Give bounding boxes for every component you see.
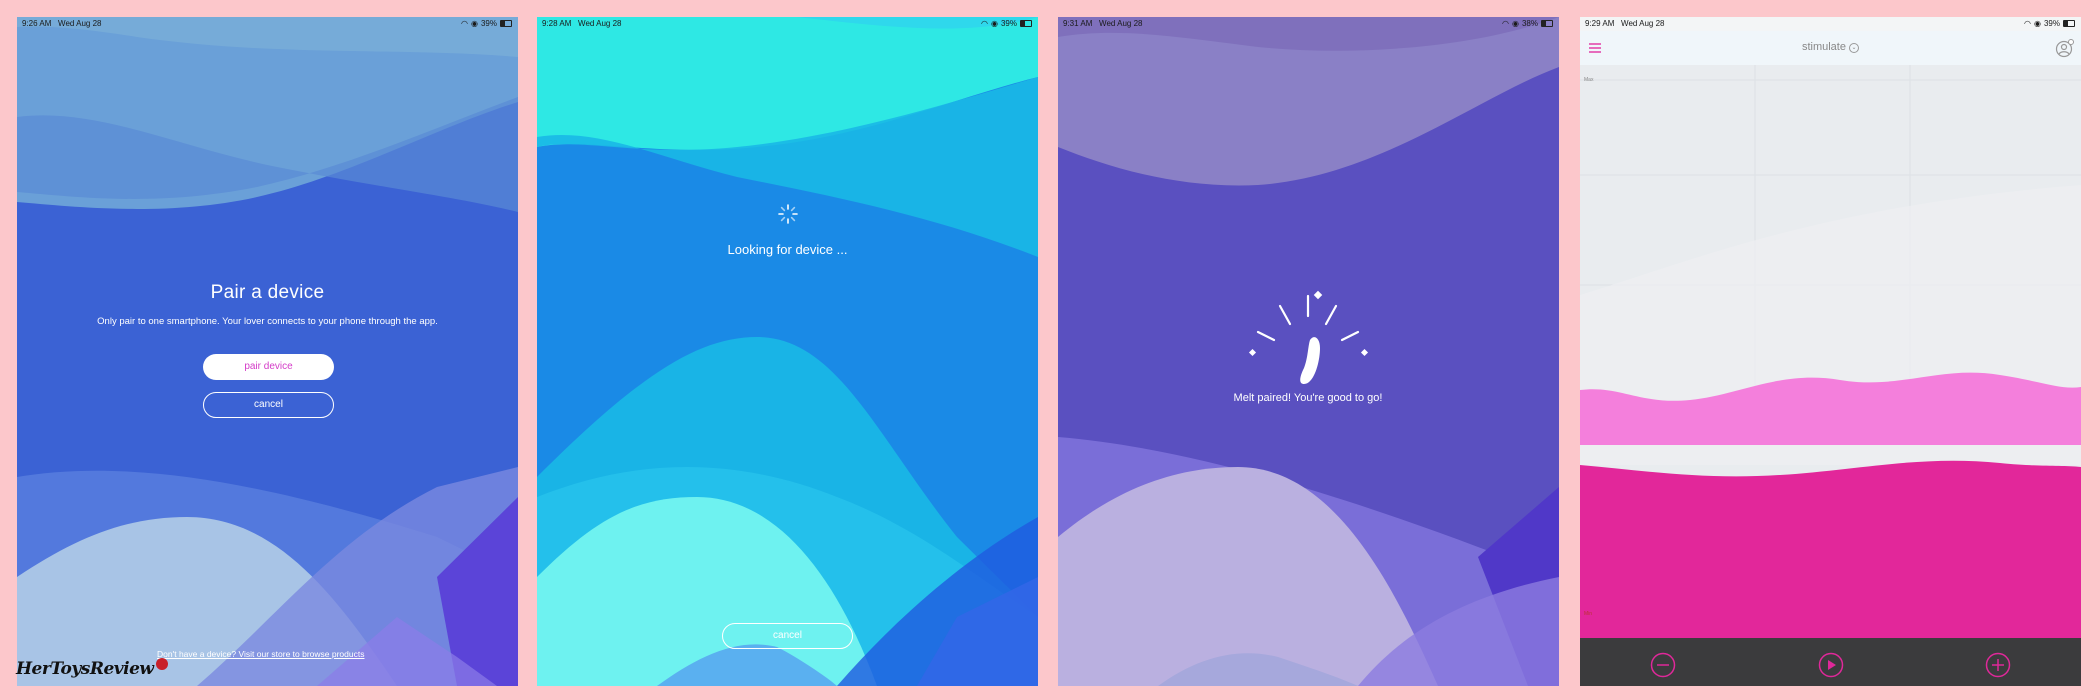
intensity-chart[interactable] xyxy=(1580,65,2081,686)
paired-message: Melt paired! You're good to go! xyxy=(1233,392,1383,404)
location-icon: ◉ xyxy=(2034,19,2041,28)
pair-device-button[interactable]: pair device xyxy=(203,354,334,380)
loading-spinner-icon xyxy=(778,204,798,224)
searching-screen: 9:28 AM Wed Aug 28 ◠ ◉ 39% Looking for dev… xyxy=(537,17,1038,686)
searching-message: Looking for device ... xyxy=(727,242,848,257)
chart-min-label: Min xyxy=(1584,611,1593,617)
page-subtitle: Only pair to one smartphone. Your lover … xyxy=(97,316,438,327)
nav-bar: stimulate ⌄ xyxy=(1580,31,2081,66)
status-bar: 9:28 AM Wed Aug 28 ◠ ◉ 39% xyxy=(537,17,1038,31)
cancel-button[interactable]: cancel xyxy=(722,623,853,649)
pair-device-screen: 9:26 AM Wed Aug 28 ◠ ◉ 39% Pair a device O… xyxy=(17,17,518,686)
location-icon: ◉ xyxy=(1512,19,1519,28)
device-paired-icon xyxy=(1248,290,1369,384)
battery-percent: 39% xyxy=(2043,19,2060,28)
play-circle-icon[interactable] xyxy=(1818,652,1844,678)
battery-icon xyxy=(1020,20,1032,27)
status-date: Wed Aug 28 xyxy=(1099,19,1143,28)
background-waves xyxy=(17,17,518,686)
page-title: Pair a device xyxy=(210,282,325,303)
rose-icon xyxy=(155,658,168,670)
status-time: 9:29 AM xyxy=(1585,19,1615,28)
status-bar: 9:31 AM Wed Aug 28 ◠ ◉ 38% xyxy=(1058,17,1559,31)
wifi-icon: ◠ xyxy=(1502,19,1509,28)
status-bar: 9:29 AM Wed Aug 28 ◠ ◉ 39% xyxy=(1580,17,2081,31)
store-link[interactable]: Don't have a device? Visit our store to … xyxy=(157,649,364,659)
nav-title[interactable]: stimulate ⌄ xyxy=(1580,41,2081,53)
plus-circle-icon[interactable] xyxy=(1985,652,2011,678)
cancel-button[interactable]: cancel xyxy=(203,392,334,418)
wifi-icon: ◠ xyxy=(981,19,988,28)
status-time: 9:28 AM xyxy=(542,19,572,28)
chevron-down-icon: ⌄ xyxy=(1849,43,1860,53)
chart-max-label: Max xyxy=(1584,77,1594,83)
status-time: 9:31 AM xyxy=(1063,19,1093,28)
battery-percent: 39% xyxy=(1000,19,1017,28)
status-time: 9:26 AM xyxy=(22,19,52,28)
location-icon: ◉ xyxy=(471,19,478,28)
battery-icon xyxy=(2063,20,2075,27)
watermark-text: HerToysReview xyxy=(16,659,154,679)
status-bar: 9:26 AM Wed Aug 28 ◠ ◉ 39% xyxy=(17,17,518,31)
status-date: Wed Aug 28 xyxy=(58,19,102,28)
battery-percent: 39% xyxy=(480,19,497,28)
profile-icon[interactable] xyxy=(2055,38,2075,58)
background-waves xyxy=(537,17,1038,686)
battery-icon xyxy=(1541,20,1553,27)
status-date: Wed Aug 28 xyxy=(578,19,622,28)
battery-icon xyxy=(500,20,512,27)
watermark-logo: HerToysReview xyxy=(16,658,168,679)
location-icon: ◉ xyxy=(991,19,998,28)
nav-title-text: stimulate xyxy=(1801,41,1846,53)
wifi-icon: ◠ xyxy=(461,19,468,28)
battery-percent: 38% xyxy=(1521,19,1538,28)
minus-circle-icon[interactable] xyxy=(1650,652,1676,678)
status-date: Wed Aug 28 xyxy=(1621,19,1665,28)
wifi-icon: ◠ xyxy=(2024,19,2031,28)
paired-screen: 9:31 AM Wed Aug 28 ◠ ◉ 38% Melt paired! Yo… xyxy=(1058,17,1559,686)
stimulate-screen: 9:29 AM Wed Aug 28 ◠ ◉ 39% stimulate ⌄ Max… xyxy=(1580,17,2081,686)
